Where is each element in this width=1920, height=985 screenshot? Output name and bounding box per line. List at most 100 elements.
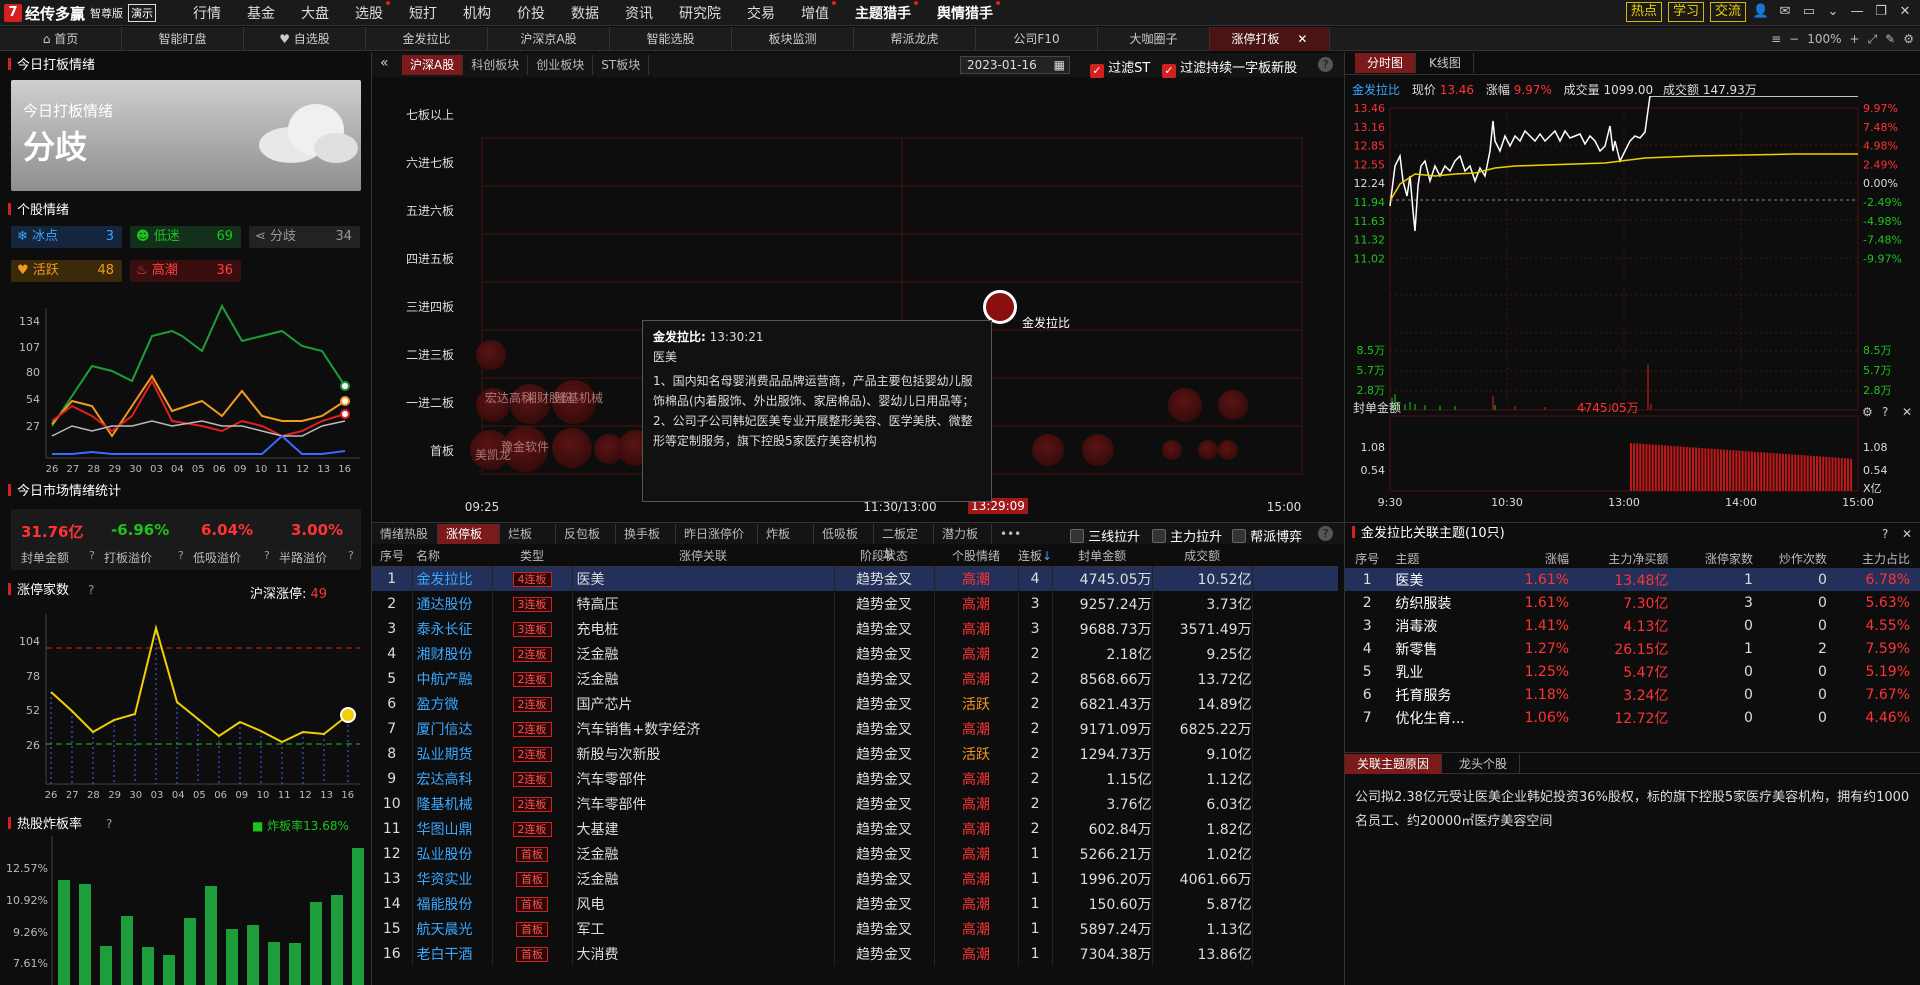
help-icon[interactable]: ?: [88, 583, 94, 597]
tab-bigshot[interactable]: 大咖圈子: [1098, 27, 1210, 51]
tab-home[interactable]: ⌂ 首页: [0, 27, 122, 51]
fullscreen-icon[interactable]: ⤢: [1868, 27, 1878, 51]
help-icon[interactable]: ?: [106, 817, 112, 831]
menu-zengzhi[interactable]: 增值: [788, 1, 842, 23]
stock-bubble[interactable]: [1218, 390, 1248, 420]
tab-close-icon[interactable]: ✕: [1297, 32, 1307, 46]
theme-row[interactable]: 7 优化生育... 1.06% 12.72亿 0 0 4.46%: [1345, 706, 1920, 729]
stock-bubble[interactable]: [1198, 440, 1218, 460]
option-main-force[interactable]: 主力拉升: [1152, 526, 1222, 545]
theme-col-header[interactable]: 主题: [1389, 548, 1484, 568]
menu-icon[interactable]: ≡: [1771, 27, 1781, 51]
table-row[interactable]: 13 华资实业 首板 泛金融 趋势金叉 高潮 1 1996.20万 4061.66万: [372, 866, 1338, 891]
help-icon[interactable]: ?: [1318, 526, 1333, 541]
help-icon[interactable]: ?: [178, 549, 184, 562]
theme-col-header[interactable]: 主力净买额: [1569, 548, 1668, 568]
tab-intraday[interactable]: 分时图: [1355, 53, 1417, 73]
col-header[interactable]: 序号: [372, 546, 412, 566]
tab-limit-up[interactable]: 涨停打板 ✕: [1210, 27, 1330, 51]
menu-xuangu[interactable]: 选股: [342, 1, 396, 23]
option-gang[interactable]: 帮派博弈: [1232, 526, 1302, 545]
col-header[interactable]: 连板↓: [1018, 546, 1052, 566]
stock-bubble[interactable]: [1168, 388, 1202, 422]
tab-smart-select[interactable]: 智能选股: [610, 27, 732, 51]
subtab-potential[interactable]: 潜力板: [934, 524, 992, 544]
help-icon[interactable]: ?: [264, 549, 270, 562]
theme-col-header[interactable]: 炒作次数: [1753, 548, 1827, 568]
theme-row[interactable]: 6 托育服务 1.18% 3.24亿 0 0 7.67%: [1345, 683, 1920, 706]
menu-shuju[interactable]: 数据: [558, 3, 612, 23]
col-header[interactable]: 封单金额: [1052, 546, 1152, 566]
tab-theme-reason[interactable]: 关联主题原因: [1345, 754, 1443, 774]
table-row[interactable]: 16 老白干酒 首板 大消费 趋势金叉 高潮 1 7304.38万 13.86亿: [372, 941, 1338, 966]
tab-kline[interactable]: K线图: [1417, 53, 1474, 73]
menu-dapan[interactable]: 大盘: [288, 3, 342, 23]
theme-row[interactable]: 5 乳业 1.25% 5.47亿 0 0 5.19%: [1345, 660, 1920, 683]
theme-col-header[interactable]: 序号: [1345, 548, 1389, 568]
tab-f10[interactable]: 公司F10: [976, 27, 1098, 51]
stock-name[interactable]: 厦门信达: [412, 716, 493, 741]
stock-name[interactable]: 弘业期货: [412, 741, 493, 766]
menu-theme-hunter[interactable]: 主题猎手: [842, 1, 924, 23]
close-icon[interactable]: ✕: [1902, 527, 1912, 541]
table-row[interactable]: 10 隆基机械 2连板 汽车零部件 趋势金叉 高潮 2 3.76亿 6.03亿: [372, 791, 1338, 816]
chevron-down-icon[interactable]: ⌄: [1824, 3, 1842, 21]
table-row[interactable]: 6 盈方微 2连板 国产芯片 趋势金叉 活跃 2 6821.43万 14.89亿: [372, 691, 1338, 716]
settings-icon[interactable]: ⚙: [1862, 405, 1873, 419]
table-row[interactable]: 7 厦门信达 2连板 汽车销售+数字经济 趋势金叉 高潮 2 9171.09万 6825.22万: [372, 716, 1338, 741]
help-icon[interactable]: ?: [1882, 405, 1888, 419]
market-tab-gem[interactable]: 创业板块: [528, 55, 594, 75]
table-row[interactable]: 5 中航产融 2连板 泛金融 趋势金叉 高潮 2 8568.66万 13.72亿: [372, 666, 1338, 691]
tab-sector-monitor[interactable]: 板块监测: [732, 27, 854, 51]
mood-freeze[interactable]: ❄ 冰点 3: [11, 226, 122, 248]
collapse-left-icon[interactable]: «: [380, 55, 389, 71]
subtab-second-board[interactable]: 二板定龙: [874, 524, 934, 561]
theme-col-header[interactable]: 主力占比: [1827, 548, 1920, 568]
mood-divide[interactable]: ⋖ 分歧 34: [249, 226, 360, 248]
edit-icon[interactable]: ✎: [1885, 27, 1895, 51]
subtab-rotten[interactable]: 烂板: [500, 524, 556, 544]
help-icon[interactable]: ?: [1318, 57, 1333, 72]
zoom-out-icon[interactable]: −: [1789, 27, 1799, 51]
tab-a-shares[interactable]: 沪深京A股: [488, 27, 610, 51]
tab-leading-stocks[interactable]: 龙头个股: [1447, 754, 1521, 774]
stock-name[interactable]: 华资实业: [412, 866, 493, 891]
menu-jijin[interactable]: 基金: [234, 3, 288, 23]
theme-row[interactable]: 4 新零售 1.27% 26.15亿 1 2 7.59%: [1345, 637, 1920, 660]
table-row[interactable]: 2 通达股份 3连板 特高压 趋势金叉 高潮 3 9257.24万 3.73亿: [372, 591, 1338, 616]
tab-smart-watch[interactable]: 智能盯盘: [122, 27, 244, 51]
menu-yanjiuyuan[interactable]: 研究院: [666, 3, 734, 23]
table-row[interactable]: 15 航天晨光 首板 军工 趋势金叉 高潮 1 5897.24万 1.13亿: [372, 916, 1338, 941]
close-icon[interactable]: ✕: [1896, 3, 1914, 21]
theme-row[interactable]: 2 纺织服装 1.61% 7.30亿 3 0 5.63%: [1345, 591, 1920, 614]
col-header[interactable]: 成交额: [1152, 546, 1252, 566]
zoom-in-icon[interactable]: +: [1850, 27, 1860, 51]
selected-stock-bubble[interactable]: [983, 290, 1017, 324]
filter-st-checkbox[interactable]: ✓ 过滤ST: [1090, 57, 1150, 78]
stock-bubble[interactable]: [1218, 440, 1238, 460]
filter-newstock-checkbox[interactable]: ✓ 过滤持续一字板新股: [1162, 57, 1297, 78]
mail-icon[interactable]: ✉: [1776, 3, 1794, 21]
mood-active[interactable]: ♥ 活跃 48: [11, 260, 122, 282]
col-header[interactable]: 类型: [492, 546, 572, 566]
hot-button[interactable]: 热点: [1625, 2, 1662, 22]
stock-name[interactable]: 弘业股份: [412, 841, 493, 866]
col-header[interactable]: 阶段状态: [834, 546, 934, 566]
stock-bubble[interactable]: [1162, 440, 1182, 460]
stock-name[interactable]: 老白干酒: [412, 941, 493, 966]
col-header[interactable]: 涨停关联: [572, 546, 834, 566]
col-header[interactable]: 个股情绪: [934, 546, 1018, 566]
table-row[interactable]: 12 弘业股份 首板 泛金融 趋势金叉 高潮 1 5266.21万 1.02亿: [372, 841, 1338, 866]
market-tab-st[interactable]: ST板块: [593, 55, 650, 75]
exchange-button[interactable]: 交流: [1709, 2, 1746, 22]
layout-icon[interactable]: ▭: [1800, 3, 1818, 21]
stock-name[interactable]: 宏达高科: [412, 766, 493, 791]
table-row[interactable]: 11 华图山鼎 2连板 大基建 趋势金叉 高潮 2 602.84万 1.82亿: [372, 816, 1338, 841]
subtab-yesterday[interactable]: 昨日涨停价: [676, 524, 758, 544]
help-icon[interactable]: ?: [348, 549, 354, 562]
stock-name[interactable]: 隆基机械: [412, 791, 493, 816]
theme-row[interactable]: 1 医美 1.61% 13.48亿 1 0 6.78%: [1345, 568, 1920, 591]
help-icon[interactable]: ?: [1882, 527, 1888, 541]
stock-name[interactable]: 金发拉比: [412, 566, 493, 591]
theme-row[interactable]: 3 消毒液 1.41% 4.13亿 0 0 4.55%: [1345, 614, 1920, 637]
